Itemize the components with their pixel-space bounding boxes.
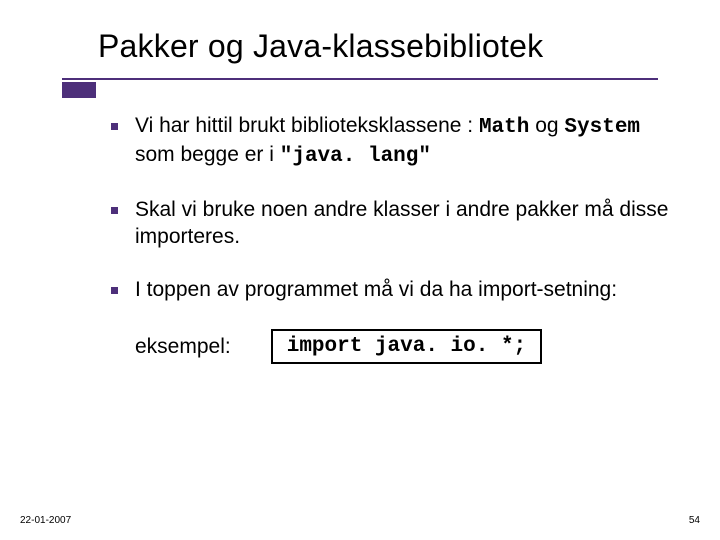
bullet-item: Skal vi bruke noen andre klasser i andre… bbox=[135, 197, 670, 251]
footer-page: 54 bbox=[689, 515, 700, 526]
bullet-icon bbox=[111, 287, 118, 294]
bullet-text: I toppen av programmet må vi da ha impor… bbox=[135, 278, 617, 301]
bullet-text: som begge er i bbox=[135, 143, 280, 166]
example-label: eksempel: bbox=[135, 335, 231, 359]
title-accent-bar bbox=[62, 82, 96, 98]
bullet-item: I toppen av programmet må vi da ha impor… bbox=[135, 277, 670, 304]
bullet-text: og bbox=[529, 114, 564, 137]
bullet-text: Vi har hittil brukt biblioteksklassene : bbox=[135, 114, 479, 137]
example-row: eksempel: import java. io. *; bbox=[135, 329, 670, 364]
bullet-text: Skal vi bruke noen andre klasser i andre… bbox=[135, 198, 668, 248]
footer-date: 22-01-2007 bbox=[20, 515, 71, 526]
inline-code: Math bbox=[479, 116, 529, 139]
inline-code: System bbox=[564, 116, 640, 139]
slide-title: Pakker og Java-klassebibliotek bbox=[98, 28, 720, 65]
title-underline bbox=[62, 78, 658, 80]
inline-code: "java. lang" bbox=[280, 145, 431, 168]
title-area: Pakker og Java-klassebibliotek bbox=[0, 0, 720, 65]
bullet-icon bbox=[111, 207, 118, 214]
bullet-item: Vi har hittil brukt biblioteksklassene :… bbox=[135, 113, 670, 171]
content-area: Vi har hittil brukt biblioteksklassene :… bbox=[0, 65, 720, 364]
bullet-icon bbox=[111, 123, 118, 130]
code-box: import java. io. *; bbox=[271, 329, 542, 364]
